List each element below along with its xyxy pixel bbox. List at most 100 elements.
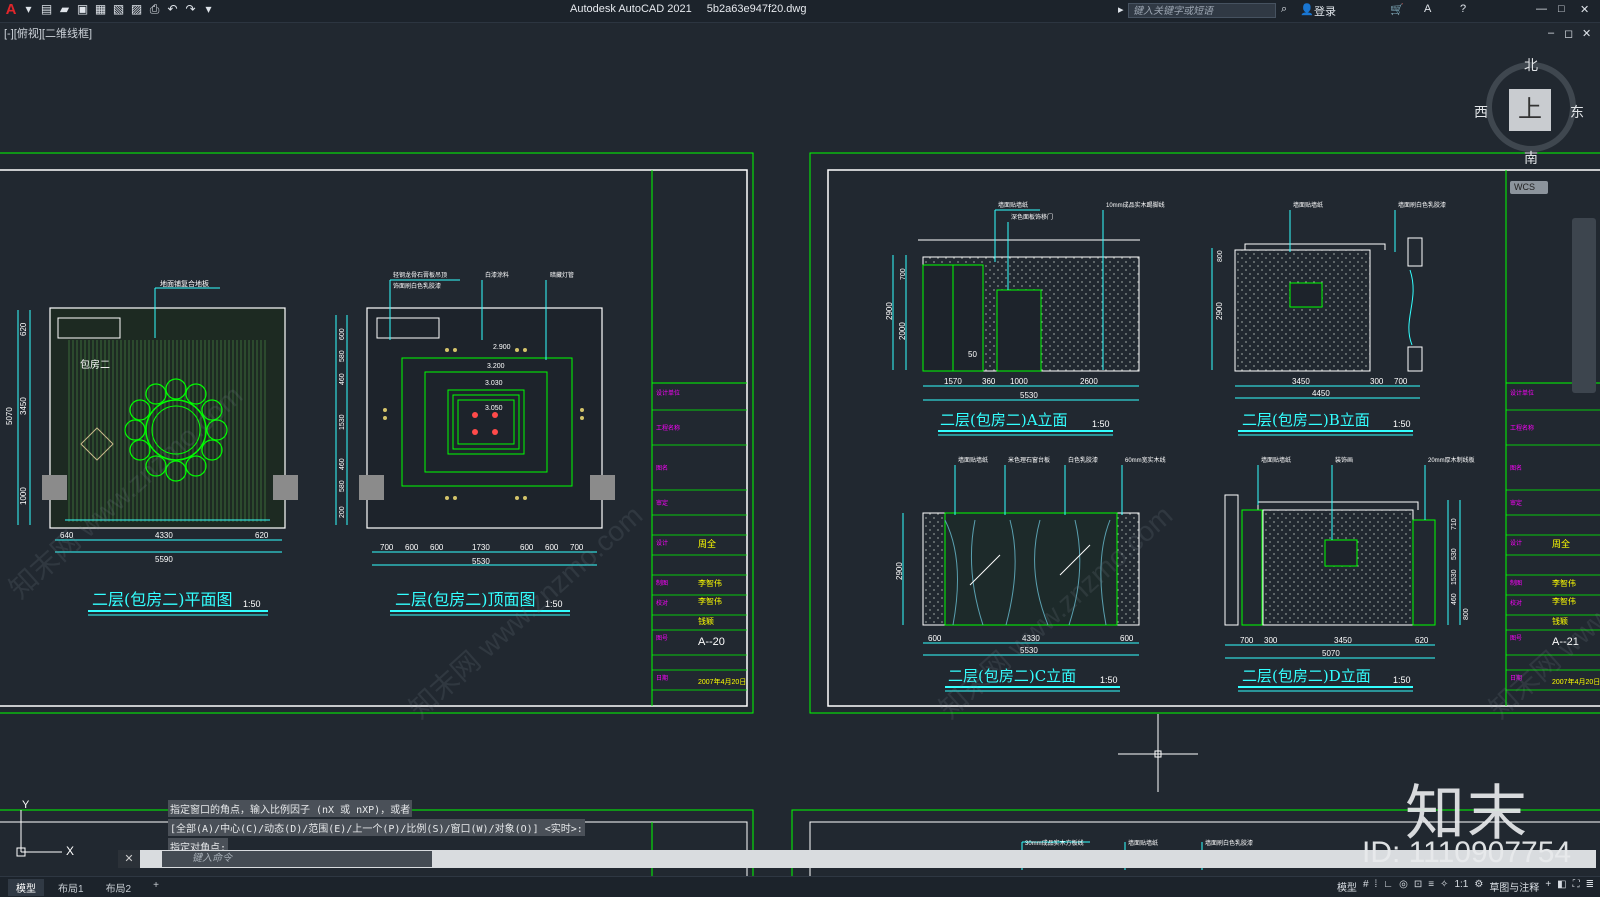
publish-icon[interactable]: ▨ bbox=[129, 2, 144, 17]
compass-south[interactable]: 南 bbox=[1524, 148, 1538, 168]
elev-b-scale: 1:50 bbox=[1393, 419, 1411, 429]
wcs-menu[interactable]: WCS bbox=[1510, 181, 1548, 194]
settings-gear-icon[interactable]: ⚙ bbox=[1474, 879, 1483, 894]
plan-dim: 4330 bbox=[155, 531, 173, 540]
save-as-icon[interactable]: ▦ bbox=[93, 2, 108, 17]
plan-dim-total: 5590 bbox=[155, 555, 173, 564]
a360-icon[interactable]: A bbox=[1424, 3, 1431, 15]
open-file-icon[interactable]: ▰ bbox=[57, 2, 72, 17]
fullscreen-icon[interactable]: ⛶ bbox=[1573, 879, 1580, 894]
maximize-icon[interactable]: □ bbox=[1558, 3, 1565, 15]
elev-c-dim: 600 bbox=[1120, 634, 1134, 643]
ceiling-level: 3.030 bbox=[485, 380, 503, 387]
plot-icon[interactable]: ▧ bbox=[111, 2, 126, 17]
tb1-drawer: 李智伟 bbox=[698, 578, 722, 588]
viewport-close-icon[interactable]: ✕ bbox=[1582, 27, 1591, 40]
cart-icon[interactable]: 🛒 bbox=[1390, 3, 1404, 16]
tab-layout2[interactable]: 布局2 bbox=[98, 879, 140, 896]
elev-c-note: 墙面贴墙纸 bbox=[958, 456, 988, 464]
snap-icon[interactable]: ⁞ bbox=[1375, 879, 1378, 894]
elev-d-dim: 460 bbox=[1451, 593, 1458, 605]
add-layout-button[interactable]: + bbox=[145, 879, 167, 896]
crosshair-cursor bbox=[1118, 714, 1198, 792]
plan-scale: 1:50 bbox=[243, 599, 261, 609]
annotation-scale-icon[interactable]: ✧ bbox=[1440, 879, 1448, 894]
elev-d-dim-total: 5070 bbox=[1322, 649, 1340, 658]
viewport-restore-icon[interactable]: ◻ bbox=[1564, 27, 1573, 40]
elev-d-dim: 800 bbox=[1463, 608, 1470, 620]
elev-c-dim: 2900 bbox=[895, 562, 904, 580]
navigation-bar[interactable] bbox=[1572, 218, 1596, 393]
search-input[interactable]: 键入关键字或短语 bbox=[1128, 3, 1276, 18]
lineweight-icon[interactable]: ≡ bbox=[1428, 879, 1434, 894]
save-icon[interactable]: ▣ bbox=[75, 2, 90, 17]
command-input[interactable]: 键入命令 bbox=[162, 851, 432, 867]
elevation-d: 墙面贴墙纸 装饰画 20mm厚木制线板 700 300 3450 620 507… bbox=[1224, 456, 1475, 692]
osnap-icon[interactable]: ⊡ bbox=[1414, 879, 1422, 894]
compass-east[interactable]: 东 bbox=[1570, 102, 1584, 122]
elev-b-note: 墙面贴墙纸 bbox=[1293, 201, 1323, 209]
tab-model[interactable]: 模型 bbox=[8, 879, 44, 896]
elev-a-dim: 360 bbox=[982, 377, 996, 386]
polar-icon[interactable]: ◎ bbox=[1399, 879, 1408, 894]
viewport-label[interactable]: [-][俯视][二维线框] bbox=[4, 25, 92, 41]
elev-c-dim: 600 bbox=[928, 634, 942, 643]
customize-icon[interactable]: ▾ bbox=[201, 2, 216, 17]
plan-dim-total: 5070 bbox=[5, 407, 14, 425]
dropdown-icon[interactable]: ▾ bbox=[21, 2, 36, 17]
tb1-number: A--20 bbox=[698, 636, 725, 648]
expand-arrow-icon[interactable]: ▸ bbox=[1118, 3, 1124, 16]
brand-id: ID: 1110907754 bbox=[1362, 836, 1572, 869]
new-file-icon[interactable]: ▤ bbox=[39, 2, 54, 17]
print-icon[interactable]: ⎙ bbox=[147, 2, 162, 17]
viewport-minimize-icon[interactable]: – bbox=[1548, 27, 1554, 39]
plan-dim: 620 bbox=[255, 531, 269, 540]
elev-b-dim: 700 bbox=[1394, 377, 1408, 386]
sheet3-note: 30mm成品实木方板线 bbox=[1025, 839, 1084, 847]
svg-text:图名: 图名 bbox=[656, 464, 668, 472]
app-menu-button[interactable]: A bbox=[4, 2, 18, 17]
minimize-icon[interactable]: — bbox=[1536, 3, 1547, 15]
elev-d-dim: 700 bbox=[1240, 636, 1254, 645]
tb1-designer: 周全 bbox=[698, 538, 716, 549]
elevation-a: 50 墙面贴墙纸 深色面板饰移门 10mm成品实木踢脚线 1570 360 10… bbox=[885, 201, 1165, 436]
ortho-icon[interactable]: ∟ bbox=[1383, 879, 1393, 894]
elev-c-scale: 1:50 bbox=[1100, 675, 1118, 685]
plan-title: 二层(包房二)平面图 bbox=[92, 590, 233, 609]
elev-b-dim: 3450 bbox=[1292, 377, 1310, 386]
annotation-scale-value[interactable]: 1:1 bbox=[1454, 879, 1468, 894]
svg-text:设计: 设计 bbox=[1510, 539, 1522, 547]
svg-text:制图: 制图 bbox=[1510, 579, 1522, 587]
viewcube[interactable]: 上 北 南 西 东 bbox=[1474, 52, 1586, 172]
compass-north[interactable]: 北 bbox=[1524, 55, 1538, 75]
ceiling-dim: 600 bbox=[520, 543, 534, 552]
plan-dim: 3450 bbox=[19, 397, 28, 415]
undo-icon[interactable]: ↶ bbox=[165, 2, 180, 17]
login-button[interactable]: 登录 bbox=[1314, 3, 1336, 19]
model-space-button[interactable]: 模型 bbox=[1337, 879, 1357, 894]
svg-text:审定: 审定 bbox=[1510, 499, 1522, 507]
ceiling-note: 饰面刷白色乳胶漆 bbox=[393, 282, 441, 290]
customize-menu-icon[interactable]: ≣ bbox=[1586, 879, 1594, 894]
svg-text:审定: 审定 bbox=[656, 499, 668, 507]
ceiling-dim: 460 bbox=[339, 373, 346, 385]
elev-d-dim: 620 bbox=[1415, 636, 1429, 645]
elev-a-dim-total: 5530 bbox=[1020, 391, 1038, 400]
redo-icon[interactable]: ↷ bbox=[183, 2, 198, 17]
plus-icon[interactable]: + bbox=[1545, 879, 1551, 894]
sheet-a21: 设计单位工程名称 图名审定 设计制图 校对图号 日期 周全 李智伟 李智伟 钱颖… bbox=[809, 152, 1600, 714]
grid-icon[interactable]: # bbox=[1363, 879, 1369, 894]
command-close-icon[interactable]: ✕ bbox=[118, 850, 140, 868]
tab-layout1[interactable]: 布局1 bbox=[50, 879, 92, 896]
elev-d-note: 装饰画 bbox=[1335, 456, 1353, 464]
help-icon[interactable]: ? bbox=[1460, 3, 1466, 15]
isolate-icon[interactable]: ◧ bbox=[1557, 879, 1566, 894]
viewcube-top-face[interactable]: 上 bbox=[1509, 89, 1551, 131]
search-icon[interactable]: ⌕ bbox=[1281, 3, 1287, 16]
elev-a-dim: 2900 bbox=[885, 302, 894, 320]
compass-west[interactable]: 西 bbox=[1474, 102, 1488, 122]
drawing-canvas[interactable]: 设计单位工程名称 图名审定 设计制图 校对图号 日期 周全 李智伟 李智伟 钱颖… bbox=[0, 40, 1600, 876]
close-icon[interactable]: ✕ bbox=[1580, 3, 1589, 16]
workspace-switch[interactable]: 草图与注释 bbox=[1489, 879, 1539, 894]
user-icon[interactable]: 👤 bbox=[1300, 3, 1314, 16]
